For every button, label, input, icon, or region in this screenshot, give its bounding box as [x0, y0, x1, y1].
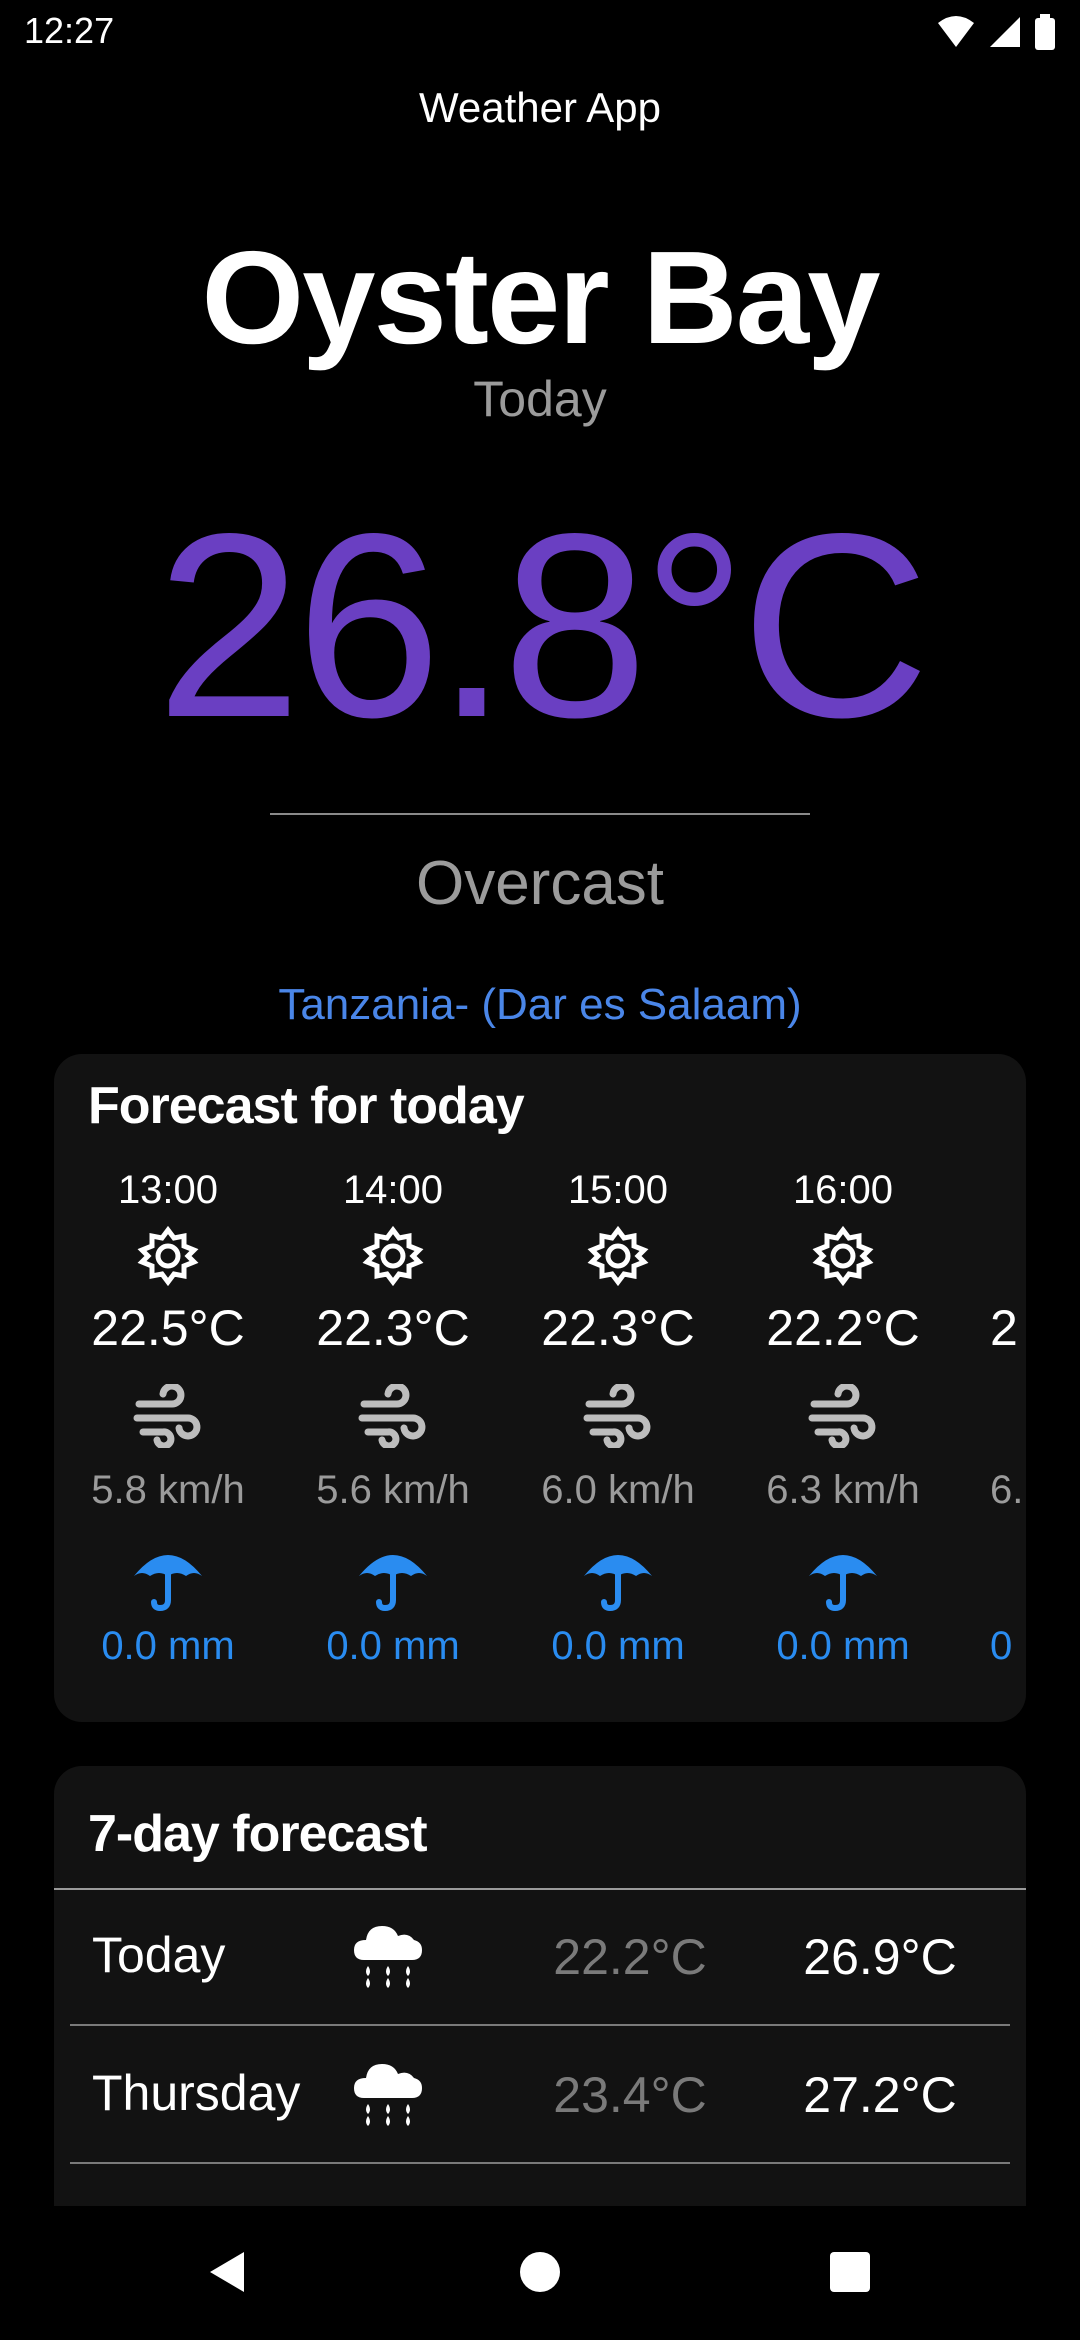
- day-min-temp: 22.2°C: [553, 1929, 707, 1985]
- day-row[interactable]: Today 22.2°C 26.9°C: [70, 1890, 1010, 2026]
- divider: [70, 2162, 1010, 2164]
- recents-square-icon: [830, 2252, 870, 2292]
- sun-gear-icon: [506, 1224, 730, 1288]
- hour-item-partial: 2 6. 0: [990, 1164, 1026, 1672]
- hour-temperature: 22.2°C: [766, 1300, 920, 1356]
- hour-temperature: 2: [990, 1300, 1018, 1356]
- cell-signal-icon: [990, 17, 1020, 47]
- rain-amount: 0.0 mm: [776, 1624, 910, 1668]
- rain-cloud-icon: [350, 2054, 426, 2135]
- hour-temperature: 22.3°C: [316, 1300, 470, 1356]
- wind-speed: 5.6 km/h: [316, 1468, 470, 1512]
- icon-placeholder: [990, 1224, 1026, 1288]
- hour-temperature: 22.5°C: [91, 1300, 245, 1356]
- weather-condition: Overcast: [415, 849, 665, 918]
- umbrella-icon: [731, 1540, 955, 1612]
- sun-gear-icon: [281, 1224, 505, 1288]
- day-max-temp: 27.2°C: [803, 2067, 957, 2123]
- day-name: Thursday: [92, 2065, 301, 2121]
- hour-item: 13:00 22.5°C 5.8 km/h 0.0 mm: [56, 1164, 280, 1672]
- hour-time: 16:00: [792, 1168, 894, 1212]
- status-time: 12:27: [24, 10, 115, 51]
- back-button[interactable]: [196, 2242, 256, 2302]
- hour-time: 15:00: [567, 1168, 669, 1212]
- icon-placeholder: [990, 1540, 1026, 1612]
- app-title: Weather App: [418, 84, 662, 131]
- recents-button[interactable]: [820, 2242, 880, 2302]
- wind-icon: [506, 1384, 730, 1456]
- sun-gear-icon: [731, 1224, 955, 1288]
- navigation-bar: [0, 2206, 1080, 2340]
- umbrella-icon: [281, 1540, 505, 1612]
- wind-speed: 6.0 km/h: [541, 1468, 695, 1512]
- city-name: Oyster Bay: [201, 224, 880, 371]
- wind-icon: [56, 1384, 280, 1456]
- hour-item: 15:00 22.3°C 6.0 km/h 0.0 mm: [506, 1164, 730, 1672]
- day-row[interactable]: Thursday 23.4°C 27.2°C: [70, 2028, 1010, 2164]
- day-min-temp: 23.4°C: [553, 2067, 707, 2123]
- hourly-forecast-list[interactable]: 13:00 22.5°C 5.8 km/h 0.0 mm 14:00 22.3°…: [54, 1164, 1026, 1704]
- home-button[interactable]: [510, 2242, 570, 2302]
- umbrella-icon: [506, 1540, 730, 1612]
- day-name: Today: [92, 1927, 226, 1983]
- hour-item: 16:00 22.2°C 6.3 km/h 0.0 mm: [731, 1164, 955, 1672]
- region-link[interactable]: Tanzania- (Dar es Salaam): [0, 980, 1080, 1030]
- wind-speed: 6.: [990, 1468, 1024, 1512]
- current-temperature: 26.8°C: [156, 479, 930, 772]
- icon-placeholder: [990, 1384, 1026, 1456]
- hour-temperature: 22.3°C: [541, 1300, 695, 1356]
- day-label: Today: [473, 371, 607, 427]
- sun-gear-icon: [56, 1224, 280, 1288]
- day-max-temp: 26.9°C: [803, 1929, 957, 1985]
- hour-item: 14:00 22.3°C 5.6 km/h 0.0 mm: [281, 1164, 505, 1672]
- hour-time: 14:00: [342, 1168, 444, 1212]
- wind-icon: [281, 1384, 505, 1456]
- wifi-icon: [938, 16, 974, 47]
- battery-icon: [1035, 14, 1055, 50]
- rain-amount: 0.0 mm: [551, 1624, 685, 1668]
- rain-amount: 0: [990, 1624, 1013, 1668]
- status-bar: 12:27: [0, 0, 1080, 64]
- divider: [70, 2024, 1010, 2026]
- rain-cloud-icon: [350, 1916, 426, 1997]
- hourly-forecast-card: Forecast for today 13:00 22.5°C 5.8 km/h…: [54, 1054, 1026, 1722]
- status-icons: [936, 14, 1056, 50]
- wind-speed: 5.8 km/h: [91, 1468, 245, 1512]
- hour-time: 13:00: [117, 1168, 219, 1212]
- weekly-forecast-card: 7-day forecast Today 22.2°C 26.9°C Thurs…: [54, 1766, 1026, 2206]
- hour-time: [990, 1164, 1026, 1216]
- wind-speed: 6.3 km/h: [766, 1468, 920, 1512]
- back-triangle-icon: [210, 2252, 244, 2292]
- umbrella-icon: [56, 1540, 280, 1612]
- home-circle-icon: [520, 2252, 560, 2292]
- divider: [270, 813, 810, 815]
- wind-icon: [731, 1384, 955, 1456]
- hourly-forecast-title: Forecast for today: [88, 1077, 525, 1135]
- weekly-forecast-title: 7-day forecast: [88, 1805, 428, 1863]
- rain-amount: 0.0 mm: [101, 1624, 235, 1668]
- rain-amount: 0.0 mm: [326, 1624, 460, 1668]
